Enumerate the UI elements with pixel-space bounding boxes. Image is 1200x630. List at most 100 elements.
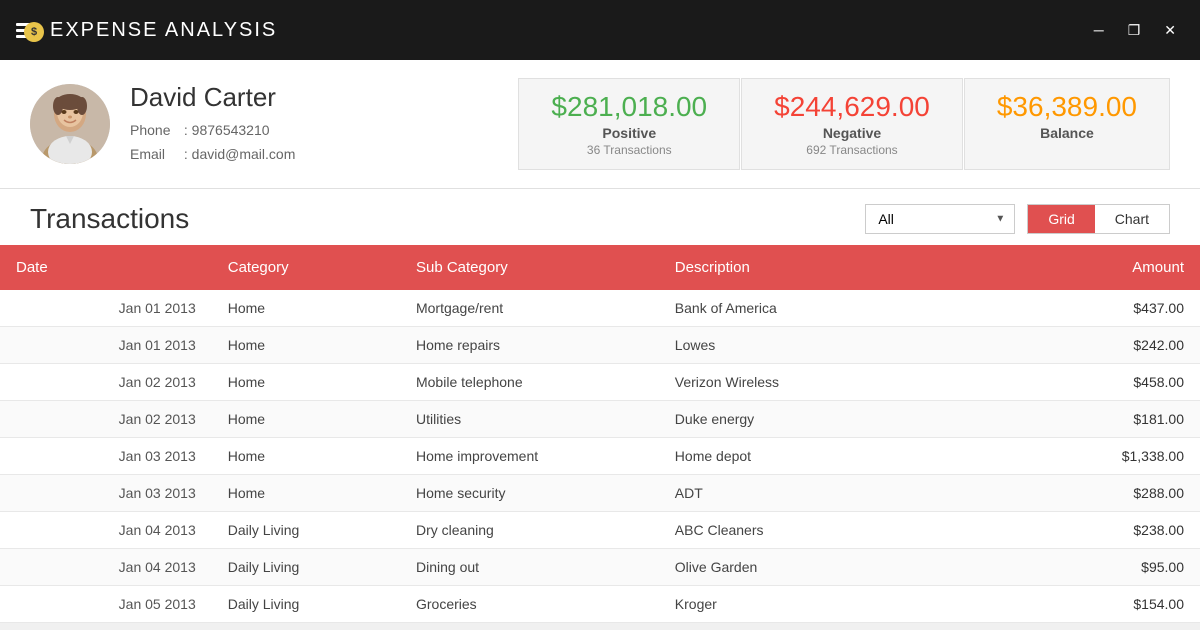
email-label: Email bbox=[130, 143, 180, 167]
positive-sub: 36 Transactions bbox=[551, 143, 707, 157]
cell-description: Olive Garden bbox=[659, 549, 965, 586]
cell-amount: $242.00 bbox=[965, 327, 1200, 364]
cell-category: Home bbox=[212, 290, 400, 327]
cell-category: Home bbox=[212, 401, 400, 438]
cell-date: Jan 03 2013 bbox=[0, 475, 212, 512]
stat-balance: $36,389.00 Balance bbox=[964, 78, 1170, 170]
table-row: Jan 03 2013 Home Home improvement Home d… bbox=[0, 438, 1200, 475]
table-row: Jan 01 2013 Home Home repairs Lowes $242… bbox=[0, 327, 1200, 364]
cell-amount: $437.00 bbox=[965, 290, 1200, 327]
col-header-subcategory: Sub Category bbox=[400, 245, 659, 290]
stat-positive: $281,018.00 Positive 36 Transactions bbox=[518, 78, 740, 170]
profile-section: David Carter Phone : 9876543210 Email : … bbox=[0, 60, 1200, 189]
window-controls: ─ ❐ ✕ bbox=[1086, 20, 1184, 41]
profile-name: David Carter bbox=[130, 82, 295, 113]
view-toggle: Grid Chart bbox=[1027, 204, 1170, 234]
transactions-section: Transactions All Home Daily Living Trans… bbox=[0, 189, 1200, 623]
cell-subcategory: Mobile telephone bbox=[400, 364, 659, 401]
table-row: Jan 04 2013 Daily Living Dry cleaning AB… bbox=[0, 512, 1200, 549]
cell-description: Duke energy bbox=[659, 401, 965, 438]
col-header-date: Date bbox=[0, 245, 212, 290]
header-row: Date Category Sub Category Description A… bbox=[0, 245, 1200, 290]
table-row: Jan 01 2013 Home Mortgage/rent Bank of A… bbox=[0, 290, 1200, 327]
cell-subcategory: Home security bbox=[400, 475, 659, 512]
negative-label: Negative bbox=[774, 125, 930, 141]
transactions-header: Transactions All Home Daily Living Trans… bbox=[0, 189, 1200, 245]
col-header-description: Description bbox=[659, 245, 965, 290]
cell-category: Home bbox=[212, 364, 400, 401]
table-row: Jan 02 2013 Home Utilities Duke energy $… bbox=[0, 401, 1200, 438]
close-button[interactable]: ✕ bbox=[1156, 20, 1184, 41]
category-filter[interactable]: All Home Daily Living Transportation Ent… bbox=[865, 204, 1015, 234]
table-body: Jan 01 2013 Home Mortgage/rent Bank of A… bbox=[0, 290, 1200, 623]
cell-date: Jan 01 2013 bbox=[0, 327, 212, 364]
title-bar: $ EXPENSE ANALYSIS ─ ❐ ✕ bbox=[0, 0, 1200, 60]
filter-wrapper: All Home Daily Living Transportation Ent… bbox=[865, 204, 1015, 234]
profile-phone: Phone : 9876543210 bbox=[130, 119, 295, 143]
cell-category: Home bbox=[212, 438, 400, 475]
money-icon: $ bbox=[24, 22, 44, 42]
positive-amount: $281,018.00 bbox=[551, 91, 707, 123]
cell-date: Jan 02 2013 bbox=[0, 401, 212, 438]
app-icon: $ bbox=[16, 23, 38, 38]
title-bar-left: $ EXPENSE ANALYSIS bbox=[16, 19, 277, 42]
table-row: Jan 03 2013 Home Home security ADT $288.… bbox=[0, 475, 1200, 512]
stat-negative: $244,629.00 Negative 692 Transactions bbox=[741, 78, 963, 170]
cell-subcategory: Mortgage/rent bbox=[400, 290, 659, 327]
cell-date: Jan 02 2013 bbox=[0, 364, 212, 401]
cell-category: Daily Living bbox=[212, 586, 400, 623]
cell-amount: $181.00 bbox=[965, 401, 1200, 438]
cell-description: Bank of America bbox=[659, 290, 965, 327]
col-header-amount: Amount bbox=[965, 245, 1200, 290]
cell-category: Daily Living bbox=[212, 549, 400, 586]
table-row: Jan 02 2013 Home Mobile telephone Verizo… bbox=[0, 364, 1200, 401]
cell-category: Home bbox=[212, 327, 400, 364]
app-title: EXPENSE ANALYSIS bbox=[50, 19, 277, 42]
cell-amount: $95.00 bbox=[965, 549, 1200, 586]
cell-description: ABC Cleaners bbox=[659, 512, 965, 549]
table-row: Jan 05 2013 Daily Living Groceries Kroge… bbox=[0, 586, 1200, 623]
cell-category: Daily Living bbox=[212, 512, 400, 549]
table-header: Date Category Sub Category Description A… bbox=[0, 245, 1200, 290]
cell-date: Jan 05 2013 bbox=[0, 586, 212, 623]
profile-left: David Carter Phone : 9876543210 Email : … bbox=[30, 82, 295, 167]
profile-email: Email : david@mail.com bbox=[130, 143, 295, 167]
cell-description: Home depot bbox=[659, 438, 965, 475]
minimize-button[interactable]: ─ bbox=[1086, 20, 1112, 41]
cell-amount: $288.00 bbox=[965, 475, 1200, 512]
transactions-table: Date Category Sub Category Description A… bbox=[0, 245, 1200, 623]
cell-description: ADT bbox=[659, 475, 965, 512]
cell-amount: $458.00 bbox=[965, 364, 1200, 401]
cell-amount: $1,338.00 bbox=[965, 438, 1200, 475]
profile-info: David Carter Phone : 9876543210 Email : … bbox=[130, 82, 295, 167]
cell-date: Jan 04 2013 bbox=[0, 549, 212, 586]
cell-description: Lowes bbox=[659, 327, 965, 364]
negative-amount: $244,629.00 bbox=[774, 91, 930, 123]
maximize-button[interactable]: ❐ bbox=[1120, 20, 1149, 41]
cell-amount: $154.00 bbox=[965, 586, 1200, 623]
table-row: Jan 04 2013 Daily Living Dining out Oliv… bbox=[0, 549, 1200, 586]
cell-subcategory: Dry cleaning bbox=[400, 512, 659, 549]
transactions-title: Transactions bbox=[30, 203, 189, 235]
cell-category: Home bbox=[212, 475, 400, 512]
balance-amount: $36,389.00 bbox=[997, 91, 1137, 123]
stats-section: $281,018.00 Positive 36 Transactions $24… bbox=[518, 78, 1170, 170]
chart-view-button[interactable]: Chart bbox=[1095, 205, 1169, 233]
cell-subcategory: Home improvement bbox=[400, 438, 659, 475]
cell-subcategory: Groceries bbox=[400, 586, 659, 623]
avatar bbox=[30, 84, 110, 164]
negative-sub: 692 Transactions bbox=[774, 143, 930, 157]
cell-date: Jan 03 2013 bbox=[0, 438, 212, 475]
grid-view-button[interactable]: Grid bbox=[1028, 205, 1094, 233]
phone-label: Phone bbox=[130, 119, 180, 143]
col-header-category: Category bbox=[212, 245, 400, 290]
cell-subcategory: Utilities bbox=[400, 401, 659, 438]
cell-amount: $238.00 bbox=[965, 512, 1200, 549]
header-controls: All Home Daily Living Transportation Ent… bbox=[865, 204, 1170, 234]
cell-subcategory: Dining out bbox=[400, 549, 659, 586]
cell-description: Kroger bbox=[659, 586, 965, 623]
cell-subcategory: Home repairs bbox=[400, 327, 659, 364]
balance-label: Balance bbox=[997, 125, 1137, 141]
cell-date: Jan 01 2013 bbox=[0, 290, 212, 327]
cell-date: Jan 04 2013 bbox=[0, 512, 212, 549]
